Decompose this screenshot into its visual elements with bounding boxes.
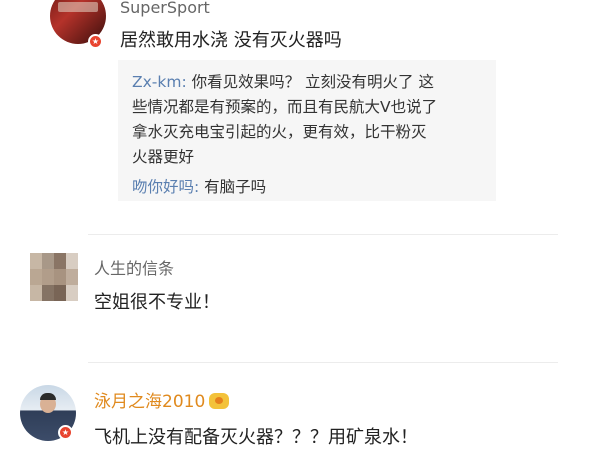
- comment-item: ★ SuperSport 居然敢用水浇 没有灭火器吗 Zx-km: 你看见效果吗…: [0, 0, 598, 230]
- comment-item: 人生的信条 空姐很不专业！: [0, 236, 598, 366]
- reply-username[interactable]: Zx-km:: [132, 73, 187, 91]
- username[interactable]: 泳月之海2010: [94, 392, 205, 412]
- username[interactable]: SuperSport: [120, 0, 210, 17]
- avatar[interactable]: [30, 253, 78, 301]
- reply-box[interactable]: Zx-km: 你看见效果吗？ 立刻没有明火了 这 些情况都是有预案的，而且有民航…: [118, 60, 496, 201]
- comment-text: 居然敢用水浇 没有灭火器吗: [120, 30, 342, 51]
- verified-badge-icon: ★: [88, 34, 103, 49]
- comment-item: ★ 泳月之海2010 飞机上没有配备灭火器？？？用矿泉水！: [0, 364, 598, 468]
- divider: [88, 362, 558, 363]
- divider: [88, 234, 558, 235]
- username[interactable]: 人生的信条: [94, 255, 174, 279]
- member-crown-icon: [209, 393, 230, 409]
- comment-text: 飞机上没有配备灭火器？？？用矿泉水！: [94, 427, 418, 448]
- comment-text: 空姐很不专业！: [94, 292, 220, 313]
- reply-text: 你看见效果吗？ 立刻没有明火了 这: [186, 73, 434, 91]
- reply-text: 些情况都是有预案的，而且有民航大V也说了: [132, 98, 438, 116]
- reply-text: 火器更好: [132, 148, 195, 166]
- reply-text: 拿水灭充电宝引起的火，更有效，比干粉灭: [132, 123, 427, 141]
- reply-text: 有脑子吗: [199, 178, 267, 196]
- verified-badge-icon: ★: [58, 425, 73, 440]
- reply-username[interactable]: 吻你好吗:: [132, 178, 199, 196]
